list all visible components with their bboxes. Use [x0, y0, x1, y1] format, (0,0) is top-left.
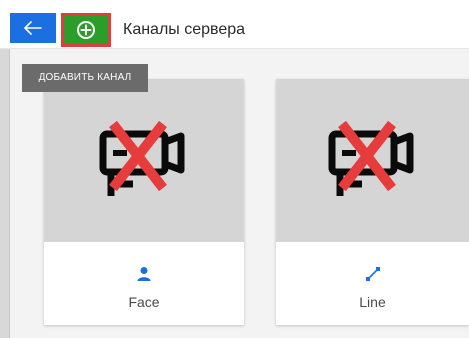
camera-crossed-icon: [318, 116, 428, 206]
camera-crossed-icon: [89, 116, 199, 206]
back-button[interactable]: [10, 13, 56, 43]
arrow-left-icon: [24, 21, 42, 35]
plus-circle-icon: [76, 20, 96, 40]
channel-card-face[interactable]: Face: [44, 79, 244, 325]
channel-footer: Face: [44, 242, 244, 325]
channel-preview: [276, 79, 469, 242]
channel-label: Line: [359, 294, 386, 310]
app-header: Каналы сервера: [0, 0, 469, 49]
channel-footer: Line: [276, 242, 469, 325]
channel-card-line[interactable]: Line: [276, 79, 469, 325]
add-channel-button[interactable]: [61, 13, 111, 47]
add-channel-tooltip: ДОБАВИТЬ КАНАЛ: [22, 64, 148, 92]
channel-preview: [44, 79, 244, 242]
person-icon: [136, 266, 152, 282]
page-title: Каналы сервера: [123, 21, 246, 38]
left-border: [0, 0, 10, 338]
line-segment-icon: [365, 266, 381, 282]
channel-label: Face: [128, 294, 160, 310]
